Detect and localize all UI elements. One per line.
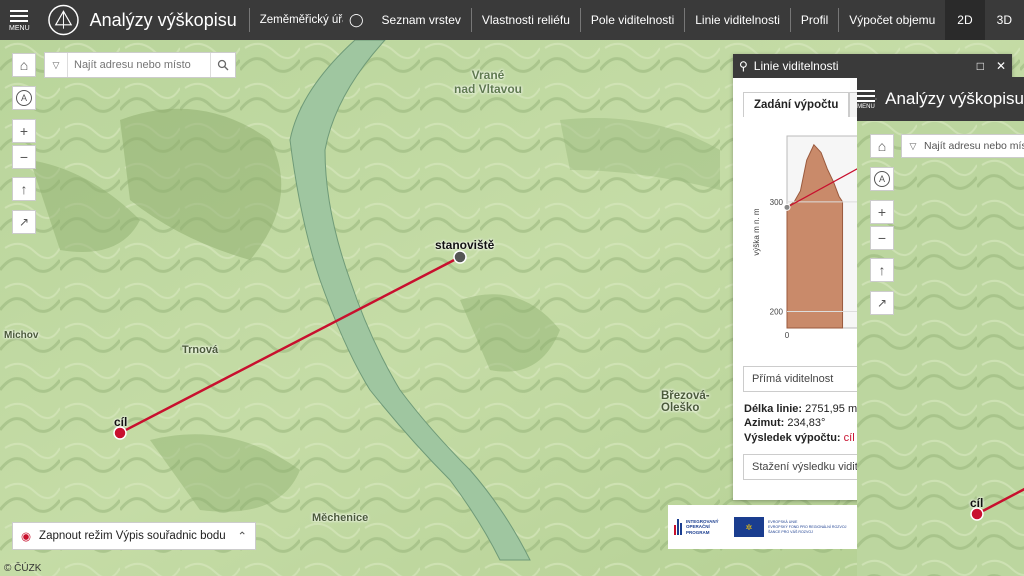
- zu-logo-icon: [47, 4, 79, 36]
- secondary-logo-icon: [875, 98, 878, 100]
- home-icon: ⌂: [19, 57, 29, 73]
- eu-flag-icon: ✲: [734, 517, 764, 537]
- secondary-hamburger-icon: [857, 90, 875, 92]
- menu-label: MENU: [9, 25, 30, 32]
- coord-mode-label: Zapnout režim Výpis souřadnic bodu: [39, 530, 226, 542]
- secondary-north-button[interactable]: ↑: [870, 258, 894, 282]
- zoom-out-button[interactable]: −: [12, 145, 36, 169]
- chart-xtick-label: 0: [785, 331, 790, 340]
- secondary-locate-icon: A: [874, 171, 890, 187]
- eu-logos: INTEGROVANÝ OPERAČNÍ PROGRAM ✲ EVROPSKÁ …: [668, 505, 858, 549]
- nav-relief[interactable]: Vlastnosti reliéfu: [472, 13, 580, 27]
- triangle-down-icon: ▽: [52, 59, 60, 70]
- maximize-icon[interactable]: □: [977, 59, 984, 73]
- secondary-minus-icon: −: [877, 230, 887, 246]
- panel-title: Linie viditelnosti: [753, 59, 839, 73]
- secondary-top-bar: MENU Analýzy výškopisu: [857, 77, 1024, 121]
- azimuth-value: 234,83°: [787, 417, 826, 429]
- target-label: cíl: [114, 415, 128, 429]
- locate-icon: A: [16, 90, 32, 106]
- nav-viewshed[interactable]: Pole viditelnosti: [581, 13, 684, 27]
- secondary-external-button[interactable]: ↗: [870, 291, 894, 315]
- secondary-menu-button[interactable]: MENU: [857, 89, 875, 110]
- minus-icon: −: [19, 149, 29, 165]
- nav-profile[interactable]: Profil: [791, 13, 838, 27]
- zoom-in-button[interactable]: +: [12, 119, 36, 143]
- line-length-value: 2751,95 m: [805, 403, 858, 415]
- station-marker[interactable]: [453, 250, 467, 264]
- lightbulb-icon[interactable]: ◯: [349, 12, 364, 28]
- secondary-north-arrow-icon: ↑: [878, 262, 886, 278]
- secondary-app-title: Analýzy výškopisu: [885, 89, 1024, 108]
- station-label: stanoviště: [435, 238, 495, 252]
- search-icon: [217, 59, 229, 71]
- secondary-home-icon: ⌂: [877, 138, 887, 154]
- north-arrow-icon: ↑: [20, 181, 28, 197]
- eu-logo-text: EVROPSKÁ UNIE EVROPSKÝ FOND PRO REGIONÁL…: [768, 519, 847, 534]
- coord-mode-button[interactable]: ◉ Zapnout režim Výpis souřadnic bodu ⌃: [12, 522, 256, 550]
- secondary-menu-label: MENU: [857, 103, 875, 110]
- chevron-up-icon: ⌃: [237, 531, 247, 543]
- place-label-vrane: Vrané nad Vltavou: [454, 68, 523, 96]
- menu-button[interactable]: MENU: [0, 0, 39, 40]
- secondary-plus-icon: +: [877, 204, 887, 220]
- tab-input[interactable]: Zadání výpočtu: [743, 92, 850, 117]
- location-pin-icon: ◉: [21, 531, 32, 543]
- azimuth-label: Azimut:: [744, 417, 785, 429]
- place-label-mechenice: Měchenice: [312, 512, 369, 524]
- close-icon[interactable]: ✕: [996, 59, 1006, 73]
- secondary-target-label: cíl: [970, 496, 984, 510]
- top-bar: MENU Analýzy výškopisu Zeměměřický úřad …: [0, 0, 1024, 40]
- secondary-triangle-down-icon: ▽: [909, 140, 917, 151]
- secondary-zoom-out-button[interactable]: −: [870, 226, 894, 250]
- locate-button[interactable]: A: [12, 86, 36, 110]
- nav-layers[interactable]: Seznam vrstev: [372, 13, 471, 27]
- search-button[interactable]: [210, 53, 235, 77]
- secondary-search-placeholder: Najít adresu nebo místo: [924, 140, 1024, 152]
- mode-2d-toggle[interactable]: 2D: [945, 0, 985, 40]
- copyright: © ČÚZK: [4, 563, 42, 574]
- secondary-search-box[interactable]: ▽ Najít adresu nebo místo: [901, 134, 1024, 158]
- mode-3d-toggle[interactable]: 3D: [985, 0, 1024, 40]
- search-input[interactable]: [68, 59, 210, 71]
- hamburger-icon: [10, 9, 29, 12]
- place-label-brezova: Březová- Oleško: [661, 390, 710, 414]
- place-label-trnova: Trnová: [182, 344, 219, 356]
- place-label-michov: Michov: [4, 330, 39, 341]
- external-link-icon: ↗: [18, 215, 30, 229]
- secondary-zoom-in-button[interactable]: +: [870, 200, 894, 224]
- chart-observer-point: [783, 203, 791, 211]
- antenna-icon: ⚲: [739, 59, 748, 73]
- secondary-window: MENU Analýzy výškopisu ⌂ ▽ Najít adresu …: [857, 77, 1024, 576]
- secondary-external-link-icon: ↗: [876, 296, 888, 310]
- chart-ytick-label: 200: [770, 308, 784, 317]
- result-label: Výsledek výpočtu:: [744, 432, 841, 444]
- secondary-locate-button[interactable]: A: [870, 167, 894, 191]
- search-dropdown[interactable]: ▽: [45, 53, 68, 77]
- org-name: Zeměměřický úřad: [259, 14, 343, 26]
- plus-icon: +: [19, 123, 29, 139]
- chart-ytick-label: 300: [770, 198, 784, 207]
- open-external-button[interactable]: ↗: [12, 210, 36, 234]
- op-logo-icon: [674, 519, 682, 535]
- secondary-home-button[interactable]: ⌂: [870, 134, 894, 158]
- search-box: ▽: [44, 52, 236, 78]
- nav-volume[interactable]: Výpočet objemu: [839, 13, 945, 27]
- nav-line-of-sight[interactable]: Linie viditelnosti: [685, 13, 790, 27]
- line-length-label: Délka linie:: [744, 403, 803, 415]
- home-button[interactable]: ⌂: [12, 53, 36, 77]
- op-logo-text: INTEGROVANÝ OPERAČNÍ PROGRAM: [686, 518, 719, 535]
- elevation-chart: 2003000100vzvýška m n. m: [752, 135, 873, 350]
- north-button[interactable]: ↑: [12, 177, 36, 201]
- chart-ylabel: výška m n. m: [752, 208, 761, 255]
- app-title: Analýzy výškopisu: [89, 9, 237, 30]
